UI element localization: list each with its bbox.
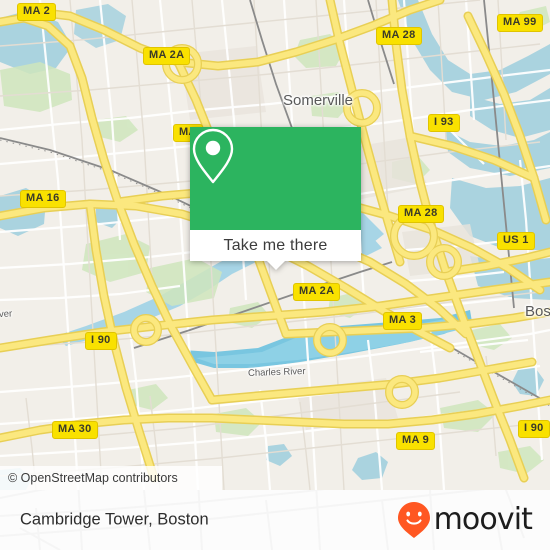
road-shield: MA 3 xyxy=(383,312,423,330)
moovit-wordmark: moovit xyxy=(433,502,533,537)
road-shield: US 1 xyxy=(497,232,535,250)
road-shield: I 90 xyxy=(518,420,550,438)
road-shield: MA 2A xyxy=(293,283,341,301)
callout-footer[interactable]: Take me there xyxy=(190,230,361,270)
callout-header xyxy=(190,127,361,230)
moovit-smiley-pin-icon xyxy=(397,502,430,538)
road-shield: MA 9 xyxy=(396,432,436,450)
road-shield: I 90 xyxy=(85,332,117,350)
water-label-river: River xyxy=(0,308,13,321)
callout-tail xyxy=(266,261,285,270)
moovit-brand[interactable]: moovit xyxy=(397,501,533,539)
footer-location-title: Cambridge Tower, Boston xyxy=(20,510,209,529)
road-shield: MA 99 xyxy=(497,14,543,32)
road-shield: I 93 xyxy=(428,114,460,132)
road-shield: MA 28 xyxy=(376,27,422,45)
road-shield: MA 16 xyxy=(20,190,66,208)
place-label-somerville: Somerville xyxy=(283,92,354,109)
screenshot-root: MA 2 MA 2A MA 28 MA 99 I 93 MA MA 16 MA … xyxy=(0,0,550,550)
map-canvas[interactable]: MA 2 MA 2A MA 28 MA 99 I 93 MA MA 16 MA … xyxy=(0,0,550,490)
attribution-text: © OpenStreetMap contributors xyxy=(8,471,178,485)
road-shield: MA 2A xyxy=(143,47,191,65)
map-attribution[interactable]: © OpenStreetMap contributors xyxy=(0,466,222,490)
road-shield: MA 30 xyxy=(52,421,98,439)
road-shield: MA 28 xyxy=(398,205,444,223)
take-me-there-label: Take me there xyxy=(223,236,328,254)
road-shield: MA 2 xyxy=(17,3,57,21)
map-pin-icon xyxy=(192,128,234,184)
water-label-charles-river: Charles River xyxy=(247,365,306,380)
page-footer: Cambridge Tower, Boston moovit xyxy=(0,490,550,550)
place-label-boston: Bos xyxy=(525,303,550,320)
location-callout[interactable]: Take me there xyxy=(190,127,361,270)
